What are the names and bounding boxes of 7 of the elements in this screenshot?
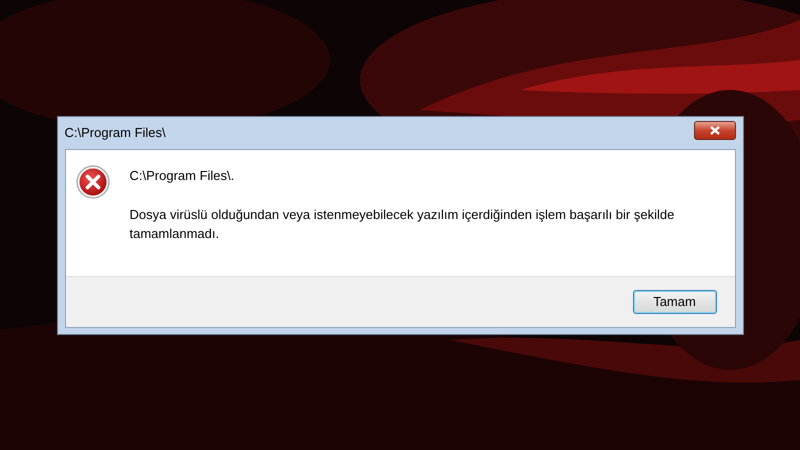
file-path-text: C:\Program Files\. bbox=[130, 168, 236, 182]
close-icon bbox=[710, 126, 720, 135]
error-message: Dosya virüslü olduğundan veya istenmeyebilecek yazılım içerdiğinden işlem başarılı bir şekilde tamamlanmadı. bbox=[130, 206, 676, 242]
window-title: C:\Program Files\ bbox=[64, 125, 166, 140]
close-button[interactable] bbox=[694, 121, 736, 140]
error-icon bbox=[76, 164, 110, 198]
ok-button[interactable]: Tamam bbox=[632, 290, 716, 314]
